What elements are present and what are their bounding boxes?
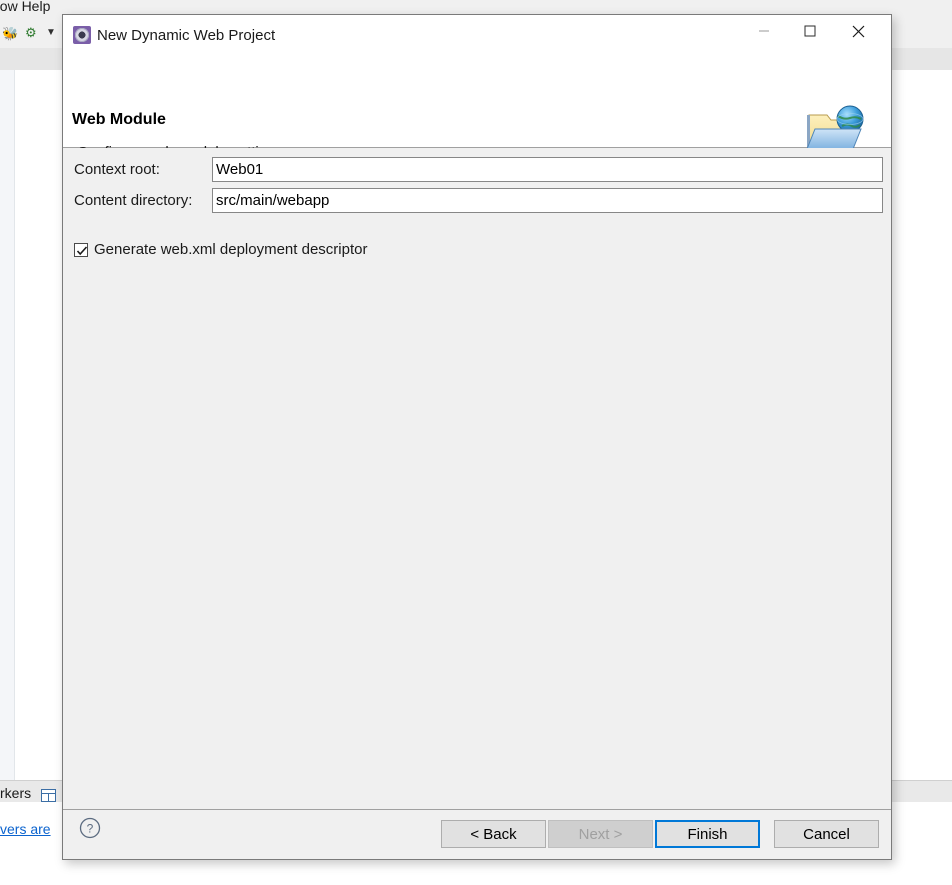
chevron-down-icon[interactable]: ▼ xyxy=(46,28,56,38)
dialog-titlebar: New Dynamic Web Project xyxy=(63,15,891,59)
next-button[interactable]: Next > xyxy=(548,820,653,848)
minimize-icon xyxy=(759,30,769,32)
help-question-icon[interactable]: ? xyxy=(79,817,101,839)
svg-text:?: ? xyxy=(87,822,94,836)
new-dynamic-web-project-dialog: New Dynamic Web Project Web Module Confi… xyxy=(62,14,892,860)
content-directory-label: Content directory: xyxy=(74,192,193,209)
wizard-body: Context root: Content directory: Generat… xyxy=(63,148,891,809)
cancel-button[interactable]: Cancel xyxy=(774,820,879,848)
close-button[interactable] xyxy=(835,15,881,47)
close-icon xyxy=(852,25,864,37)
wizard-header: Web Module Configure web module settings… xyxy=(63,59,891,161)
eclipse-wizard-icon xyxy=(73,26,91,44)
checkmark-icon xyxy=(76,245,88,255)
run-icon[interactable]: ⚙ xyxy=(25,26,37,39)
page-title: Web Module xyxy=(72,111,166,128)
servers-status-link[interactable]: vers are xyxy=(0,821,51,837)
table-icon xyxy=(41,789,56,802)
tab-markers[interactable]: rkers xyxy=(0,785,31,801)
dialog-title: New Dynamic Web Project xyxy=(97,27,276,44)
debug-icon[interactable]: 🐝 xyxy=(2,27,18,40)
maximize-icon xyxy=(804,25,816,37)
back-button[interactable]: < Back xyxy=(441,820,546,848)
maximize-button[interactable] xyxy=(787,15,833,47)
finish-button[interactable]: Finish xyxy=(655,820,760,848)
context-root-input[interactable] xyxy=(212,157,883,182)
minimize-button[interactable] xyxy=(741,15,787,47)
dialog-footer: ? < Back Next > Finish Cancel xyxy=(63,809,891,859)
menu-item-window-help[interactable]: dow Help xyxy=(0,0,50,14)
generate-webxml-checkbox-row[interactable]: Generate web.xml deployment descriptor xyxy=(74,241,367,258)
generate-webxml-label: Generate web.xml deployment descriptor xyxy=(94,241,368,258)
content-directory-input[interactable] xyxy=(212,188,883,213)
context-root-label: Context root: xyxy=(74,161,160,178)
editor-left-ruler xyxy=(0,70,15,780)
generate-webxml-checkbox[interactable] xyxy=(74,242,88,257)
